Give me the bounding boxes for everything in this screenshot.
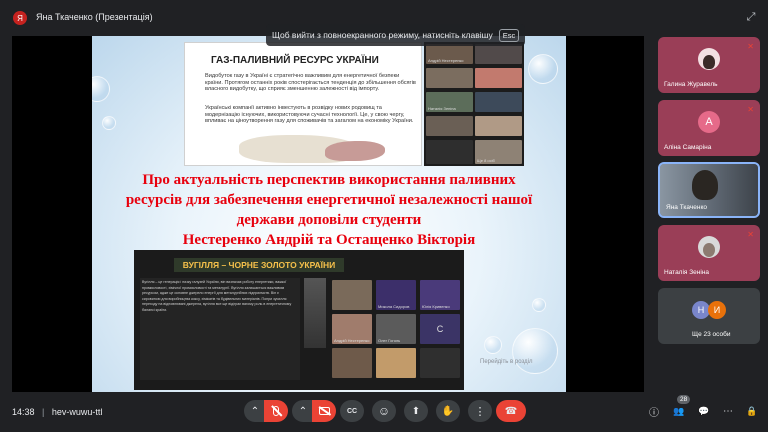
presenter-title: Яна Ткаченко (Презентація) (36, 12, 153, 22)
headline-line: Нестеренко Андрій та Остащенко Вікторія (182, 232, 476, 248)
raise-hand-button[interactable]: ✋ (436, 400, 460, 422)
people-icon[interactable]: 👥 (671, 403, 687, 419)
person-silhouette (692, 170, 718, 200)
participant-tile-yana[interactable]: Яна Ткаченко (658, 162, 760, 218)
avatar (698, 48, 720, 70)
coal-image (304, 278, 326, 348)
mic-muted-icon: ✕ (747, 105, 754, 114)
mic-muted-icon: ✕ (747, 230, 754, 239)
activities-icon[interactable]: ⋯ (720, 403, 736, 419)
slide-screenshot-coal: ВУГІЛЛЯ – ЧОРНЕ ЗОЛОТО УКРАЇНИ Вугілля –… (134, 250, 464, 390)
participant-name: Яна Ткаченко (666, 204, 707, 211)
mic-off-icon (271, 405, 283, 417)
avatar: И (708, 301, 726, 319)
end-call-button[interactable]: ☎ (496, 400, 526, 422)
slide-screenshot-gas: ГАЗ-ПАЛИВНИЙ РЕСУРС УКРАЇНИ Видобуток га… (184, 42, 422, 166)
mic-off-button[interactable] (264, 400, 288, 422)
grid-tile (420, 348, 460, 378)
grid-tile: Олег Гоголь (376, 314, 416, 344)
grid-tile (332, 280, 372, 310)
meeting-info: 14:38 | hev-wuwu-ttl (12, 407, 102, 417)
camera-off-button[interactable] (312, 400, 336, 422)
avatar (698, 236, 720, 258)
host-controls-icon[interactable]: 🔒 (744, 403, 760, 419)
bubble-decoration (532, 298, 546, 312)
grid-tile (475, 44, 522, 64)
esc-key: Esc (498, 28, 520, 42)
grid-tile: Юлія Кривенко (420, 280, 460, 310)
meeting-details-icon[interactable]: ⓘ (646, 403, 662, 419)
headline-line: держави доповіли студенти (236, 212, 422, 228)
headline-line: Про актуальність перспектив використання… (142, 172, 516, 188)
headline-line: ресурсів для забезпечення енергетичної н… (125, 192, 533, 208)
fullscreen-hint-text: Щоб вийти з повноекранного режиму, натис… (272, 30, 493, 40)
grid-tile (332, 348, 372, 378)
participant-tile-galyna[interactable]: ✕ Галина Журавель (658, 37, 760, 93)
participant-name: Наталія Зеніна (664, 269, 710, 276)
ghost-overlay-text: Перейдіть в розділ (480, 359, 533, 365)
grid-tile (376, 348, 416, 378)
grid-tile (475, 116, 522, 136)
participant-tile-alina[interactable]: А ✕ Аліна Самаріна (658, 100, 760, 156)
participant-name: Аліна Самаріна (664, 144, 712, 151)
bottom-bar: 14:38 | hev-wuwu-ttl ⌃ ⌃ CC ☺ ⬆ ✋ ⋮ ☎ ⓘ … (0, 392, 768, 432)
gas-bullet-1: Видобуток газу в Україні є стратегічно в… (205, 73, 416, 93)
gas-bullet-2: Українські компанії активно інвестують в… (205, 105, 414, 125)
presenter-avatar: Я (13, 11, 27, 25)
more-options-button[interactable]: ⋮ (468, 400, 492, 422)
slide-headline: Про актуальність перспектив використання… (92, 170, 566, 250)
participant-tile-others[interactable]: Н И Ще 23 особи (658, 288, 760, 344)
bubble-decoration (102, 116, 116, 130)
gas-slide-title: ГАЗ-ПАЛИВНИЙ РЕСУРС УКРАЇНИ (211, 55, 379, 66)
grid-tile (426, 116, 473, 136)
meeting-code: hev-wuwu-ttl (51, 407, 103, 417)
presentation-slide: ГАЗ-ПАЛИВНИЙ РЕСУРС УКРАЇНИ Видобуток га… (92, 36, 566, 392)
camera-off-icon (318, 406, 331, 416)
emoji-button[interactable]: ☺ (372, 400, 396, 422)
grid-tile (426, 140, 473, 164)
bubble-decoration (484, 336, 502, 354)
crimea-map-image (325, 141, 385, 161)
participant-name: Галина Журавель (664, 81, 718, 88)
avatar: А (698, 111, 720, 133)
participant-count-badge: 28 (677, 395, 691, 404)
mic-muted-icon: ✕ (747, 42, 754, 51)
fullscreen-hint: Щоб вийти з повноекранного режиму, натис… (266, 24, 526, 46)
grid-tile (475, 92, 522, 112)
clock-time: 14:38 (12, 407, 35, 417)
grid-tile (475, 68, 522, 88)
expand-icon[interactable]: ⤢ (744, 10, 758, 24)
coal-slide-title: ВУГІЛЛЯ – ЧОРНЕ ЗОЛОТО УКРАЇНИ (174, 258, 344, 272)
grid-tile: Андрій Нестеренко (332, 314, 372, 344)
bubble-decoration (512, 328, 558, 374)
grid-tile: Микола Сидоров (376, 280, 416, 310)
grid-tile: Ще 8 осіб (475, 140, 522, 164)
participant-tile-natalia[interactable]: ✕ Наталія Зеніна (658, 225, 760, 281)
chat-icon[interactable]: 💬 (696, 403, 712, 419)
captions-button[interactable]: CC (340, 400, 364, 422)
mic-options-button[interactable]: ⌃ (244, 400, 266, 422)
grid-tile: Наталія Зеніна (426, 92, 473, 112)
coal-slide-text: Вугілля – це генерація і низку галузей У… (140, 278, 300, 380)
bubble-decoration (528, 54, 558, 84)
grid-tile: Андрій Нестеренко (426, 44, 473, 64)
grid-tile: С (420, 314, 460, 344)
slide-video-grid-1: Андрій Нестеренко Наталія Зеніна Ще 8 ос… (424, 42, 524, 166)
grid-tile (426, 68, 473, 88)
slide-video-grid-2: Микола Сидоров Юлія Кривенко Андрій Нест… (332, 280, 460, 380)
participant-name: Ще 23 особи (692, 331, 731, 338)
bubble-decoration (92, 76, 110, 102)
separator: | (42, 407, 45, 417)
presentation-stage: ГАЗ-ПАЛИВНИЙ РЕСУРС УКРАЇНИ Видобуток га… (12, 24, 644, 392)
camera-options-button[interactable]: ⌃ (292, 400, 314, 422)
present-button[interactable]: ⬆ (404, 400, 428, 422)
